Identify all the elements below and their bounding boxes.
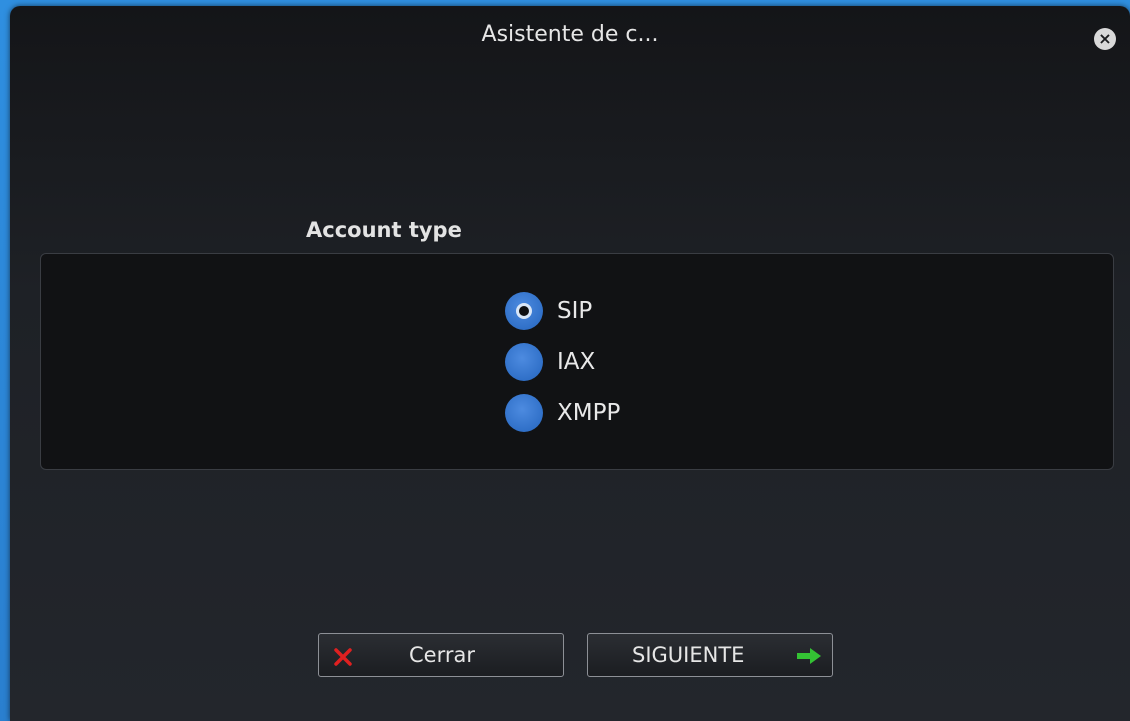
radio-option-iax[interactable]: IAX <box>505 342 595 382</box>
close-button[interactable]: Cerrar <box>318 633 564 677</box>
close-button-label: Cerrar <box>409 643 475 667</box>
window-close-icon[interactable]: × <box>1094 28 1116 50</box>
title-bar: Asistente de c... × <box>10 6 1130 68</box>
next-button[interactable]: SIGUIENTE <box>587 633 833 677</box>
account-wizard-dialog: Asistente de c... × Account type SIP IAX… <box>10 6 1130 721</box>
radio-label-sip: SIP <box>557 298 593 324</box>
radio-button-iax[interactable] <box>505 343 543 381</box>
close-x-icon <box>334 648 352 666</box>
window-title: Asistente de c... <box>481 22 659 47</box>
radio-option-sip[interactable]: SIP <box>505 291 592 331</box>
account-type-group: SIP IAX XMPP <box>40 253 1114 470</box>
account-type-label: Account type <box>306 218 462 242</box>
next-button-label: SIGUIENTE <box>632 643 745 667</box>
radio-label-iax: IAX <box>557 349 596 375</box>
radio-option-xmpp[interactable]: XMPP <box>505 393 620 433</box>
arrow-right-icon <box>797 648 821 664</box>
radio-button-sip[interactable] <box>505 292 543 330</box>
desktop-background: Asistente de c... × Account type SIP IAX… <box>0 0 1130 721</box>
radio-label-xmpp: XMPP <box>557 400 621 426</box>
radio-button-xmpp[interactable] <box>505 394 543 432</box>
